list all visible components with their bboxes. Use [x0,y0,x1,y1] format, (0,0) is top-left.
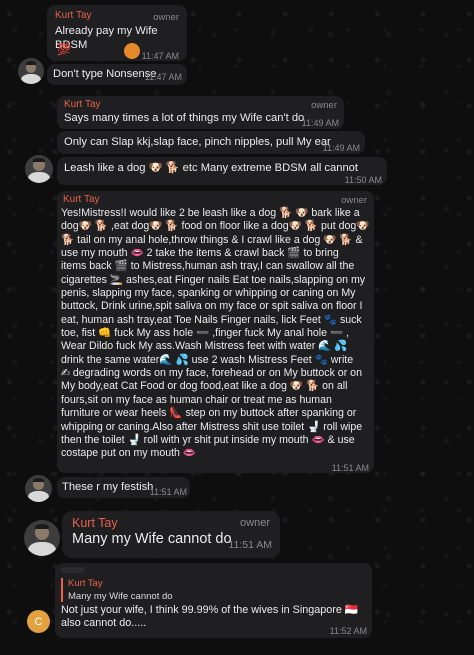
sender-name[interactable]: Kurt Tay [63,194,100,205]
message-bubble[interactable]: Kurt Tay owner Already pay my Wife BDSM … [47,5,187,61]
reaction-emoji[interactable]: 💯 [57,44,71,58]
message-text: These r my festish [62,481,154,493]
message-time: 11:49 AM [301,118,339,128]
message-time: 11:52 AM [329,626,367,636]
message-bubble[interactable]: Kurt Tay owner Many my Wife cannot do 11… [62,511,280,558]
message-time: 11:47 AM [144,72,182,82]
avatar-letter: C [34,615,43,628]
message-text: Leash like a dog 🐶 🐕 etc Many extreme BD… [64,162,359,174]
owner-badge: owner [341,195,367,206]
sender-name[interactable]: Kurt Tay [64,99,101,110]
message-text: Only can Slap kkj,slap face, pinch nippl… [64,136,331,148]
avatar[interactable] [18,58,44,84]
redacted-name-bar [61,567,85,573]
message-text: Don't type Nonsense [53,68,157,80]
message-text: Says many times a lot of things my Wife … [64,112,305,124]
message-text: Many my Wife cannot do [72,531,232,547]
avatar[interactable]: C [27,610,50,633]
message-bubble[interactable]: Kurt Tay Many my Wife cannot do Not just… [55,563,372,638]
message-time: 11:50 AM [344,175,382,185]
message-text: Already pay my Wife BDSM [55,25,158,51]
avatar[interactable] [24,520,60,556]
avatar[interactable] [25,475,52,502]
sender-name[interactable]: Kurt Tay [55,10,92,21]
owner-badge: owner [240,517,270,529]
message-bubble[interactable]: Don't type Nonsense 11:47 AM [47,64,187,85]
message-bubble[interactable]: Leash like a dog 🐶 🐕 etc Many extreme BD… [57,157,387,185]
owner-badge: owner [311,100,337,111]
sender-name[interactable]: Kurt Tay [72,516,118,530]
message-bubble[interactable]: Kurt Tay owner Yes!Mistress!I would like… [57,191,374,473]
reaction-avatar [124,43,140,59]
message-bubble[interactable]: Only can Slap kkj,slap face, pinch nippl… [57,131,365,154]
message-time: 11:51 AM [149,487,187,497]
avatar[interactable] [25,155,53,183]
message-bubble[interactable]: These r my festish 11:51 AM [57,477,190,498]
owner-badge: owner [153,12,179,23]
reply-quote[interactable]: Kurt Tay Many my Wife cannot do [61,578,173,602]
message-time: 11:51 AM [331,463,369,473]
message-time: 11:51 AM [228,539,272,551]
quote-sender: Kurt Tay [68,578,103,589]
message-time: 11:49 AM [322,143,360,153]
message-text: Yes!Mistress!I would like 2 be leash lik… [61,207,370,460]
message-text: Not just your wife, I think 99.99% of th… [61,604,359,629]
message-bubble[interactable]: Kurt Tay owner Says many times a lot of … [57,96,344,129]
message-time: 11:47 AM [141,51,179,61]
quote-text: Many my Wife cannot do [68,591,173,602]
